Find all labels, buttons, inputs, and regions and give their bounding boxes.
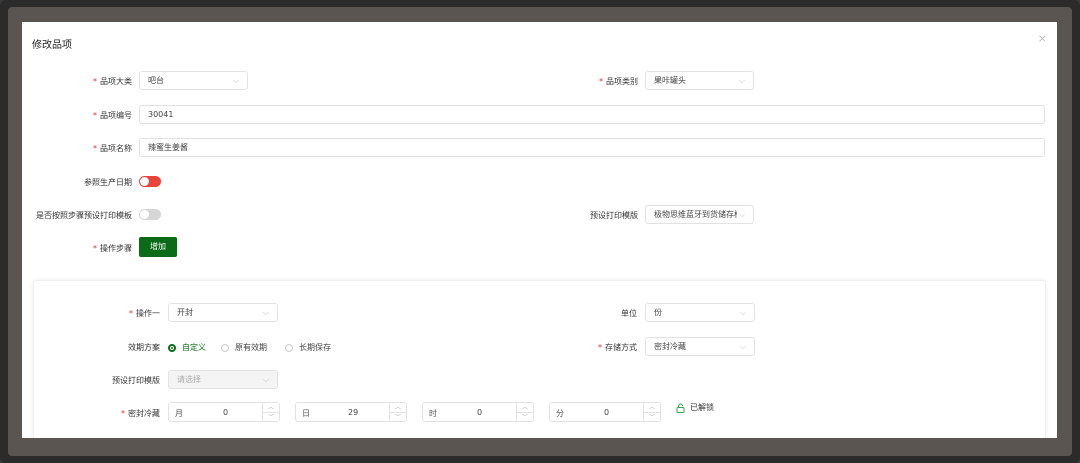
- type-label: * 品项类别: [599, 77, 638, 86]
- validity-label: 效期方案: [128, 343, 160, 352]
- op-select[interactable]: 开封 ⌵: [168, 303, 278, 322]
- close-icon[interactable]: ×: [1038, 32, 1047, 45]
- ref-prod-date-toggle[interactable]: [139, 176, 161, 187]
- chevron-down-icon: ⌵: [739, 308, 746, 317]
- op-label: * 操作一: [129, 309, 160, 318]
- category-label: * 品项大类: [93, 77, 132, 86]
- chevron-down-icon: ⌵: [262, 308, 269, 317]
- unit-label: 单位: [621, 309, 637, 318]
- category-select[interactable]: 吧台 ⌵: [139, 71, 248, 90]
- increment-icon[interactable]: ︿: [644, 403, 660, 412]
- name-label: * 品项名称: [93, 144, 132, 153]
- edit-item-modal: 修改品项 × * 品项大类 吧台 ⌵ * 品项类别 果咔罐头 ⌵ * 品项编号 30041…: [22, 22, 1057, 438]
- chevron-down-icon: ⌵: [262, 375, 269, 384]
- month-stepper[interactable]: 月 0 ︿ ﹀: [168, 402, 280, 422]
- decrement-icon[interactable]: ﹀: [517, 412, 533, 422]
- decrement-icon[interactable]: ﹀: [390, 412, 406, 422]
- day-stepper[interactable]: 日 29 ︿ ﹀: [295, 402, 407, 422]
- modal-title: 修改品项: [32, 40, 72, 51]
- lock-toggle[interactable]: 已解锁: [676, 402, 714, 413]
- chevron-down-icon: ⌵: [739, 342, 746, 351]
- minute-stepper[interactable]: 分 0 ︿ ﹀: [549, 402, 661, 422]
- storage-select[interactable]: 密封冷藏 ⌵: [645, 337, 755, 356]
- storage-label: * 存储方式: [598, 343, 637, 352]
- ref-prod-date-label: 参照生产日期: [84, 178, 132, 187]
- type-select[interactable]: 果咔罐头 ⌵: [645, 71, 754, 90]
- validity-option-original[interactable]: 原有效期: [221, 342, 267, 353]
- chevron-down-icon: ⌵: [736, 206, 745, 223]
- chevron-down-icon: ⌵: [232, 76, 239, 85]
- validity-option-custom[interactable]: 自定义: [168, 342, 206, 353]
- sealed-label: * 密封冷藏: [121, 409, 160, 418]
- increment-icon[interactable]: ︿: [390, 403, 406, 412]
- chevron-down-icon: ⌵: [738, 76, 745, 85]
- increment-icon[interactable]: ︿: [517, 403, 533, 412]
- step-print-template-select[interactable]: 请选择 ⌵: [168, 370, 278, 389]
- decrement-icon[interactable]: ﹀: [644, 412, 660, 422]
- use-step-template-label: 是否按照步骤预设打印模板: [36, 211, 132, 220]
- hour-stepper[interactable]: 时 0 ︿ ﹀: [422, 402, 534, 422]
- unit-select[interactable]: 份 ⌵: [645, 303, 755, 322]
- steps-label: * 操作步骤: [93, 244, 132, 253]
- step-print-template-label: 预设打印模版: [112, 376, 160, 385]
- validity-option-long-term[interactable]: 长期保存: [285, 342, 331, 353]
- name-input[interactable]: 辣蜜生姜酱: [139, 138, 1045, 157]
- print-template-label: 预设打印模版: [590, 211, 638, 220]
- step-panel: * 操作一 开封 ⌵ 单位 份 ⌵ 效期方案 自定义 原有效期 长期保存 * 存储方式 …: [33, 280, 1046, 438]
- code-label: * 品项编号: [93, 111, 132, 120]
- code-input[interactable]: 30041: [139, 105, 1045, 124]
- decrement-icon[interactable]: ﹀: [263, 412, 279, 422]
- unlock-icon: [676, 403, 685, 413]
- increment-icon[interactable]: ︿: [263, 403, 279, 412]
- add-step-button[interactable]: 增加: [139, 237, 177, 257]
- print-template-select[interactable]: 极物思维蓝牙到货储存标 ⌵: [645, 205, 754, 224]
- use-step-template-toggle[interactable]: [139, 209, 161, 220]
